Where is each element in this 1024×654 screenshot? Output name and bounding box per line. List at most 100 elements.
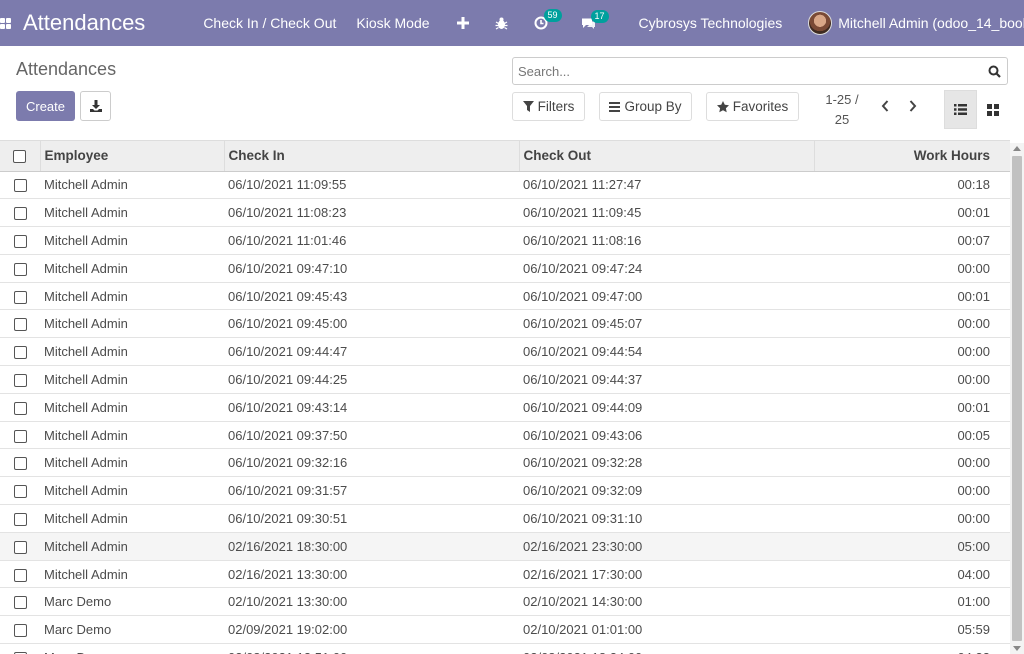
download-button[interactable] <box>80 91 111 121</box>
table-row[interactable]: Mitchell Admin 06/10/2021 09:45:43 06/10/2… <box>0 282 1010 310</box>
row-checkbox[interactable] <box>0 644 40 654</box>
top-navbar: Attendances Check In / Check Out Kiosk M… <box>0 0 1024 46</box>
table-row[interactable]: Mitchell Admin 02/16/2021 13:30:00 02/16/2… <box>0 560 1010 588</box>
cell-check-in: 02/16/2021 18:30:00 <box>228 538 348 554</box>
list-icon <box>609 101 621 112</box>
menu-check-in-check-out[interactable]: Check In / Check Out <box>203 15 336 31</box>
cell-work-hours: 00:01 <box>957 288 990 304</box>
cell-employee: Mitchell Admin <box>44 205 128 221</box>
column-header-work-hours[interactable]: Work Hours <box>814 141 1010 172</box>
row-checkbox[interactable] <box>0 254 40 282</box>
group-by-button[interactable]: Group By <box>599 92 692 121</box>
row-checkbox[interactable] <box>0 338 40 366</box>
row-checkbox[interactable] <box>0 532 40 560</box>
row-checkbox[interactable] <box>0 199 40 227</box>
favorites-button[interactable]: Favorites <box>706 92 799 121</box>
table-row[interactable]: Mitchell Admin 06/10/2021 09:31:57 06/10/2… <box>0 477 1010 505</box>
pager-value[interactable]: 1-25 / 25 <box>818 90 866 130</box>
chevron-left-icon[interactable] <box>878 98 892 114</box>
company-switcher[interactable]: Cybrosys Technologies <box>639 15 783 31</box>
table-row[interactable]: Marc Demo02/08/2021 13:51:0002/08/2021 1… <box>0 644 1010 654</box>
favorites-label: Favorites <box>732 99 789 114</box>
table-row[interactable]: Mitchell Admin 06/10/2021 11:08:23 06/10/2… <box>0 199 1010 227</box>
app-title[interactable]: Attendances <box>23 10 145 36</box>
filter-icon <box>522 101 534 112</box>
table-row[interactable]: Mitchell Admin 06/10/2021 11:09:55 06/10/2… <box>0 171 1010 199</box>
kanban-view-icon[interactable] <box>976 90 1009 129</box>
row-checkbox[interactable] <box>0 616 40 644</box>
cell-work-hours: 00:00 <box>957 260 990 276</box>
cell-check-in: 02/16/2021 13:30:00 <box>228 566 348 582</box>
cell-work-hours: 00:07 <box>957 232 990 248</box>
chat-icon[interactable]: 17 <box>581 9 609 30</box>
list-view-icon[interactable] <box>944 90 977 129</box>
cell-check-out: 06/10/2021 09:31:10 <box>523 510 643 526</box>
filters-button[interactable]: Filters <box>512 92 585 121</box>
row-checkbox[interactable] <box>0 282 40 310</box>
cell-work-hours: 05:00 <box>957 538 990 554</box>
row-checkbox[interactable] <box>0 393 40 421</box>
cell-check-out: 02/10/2021 14:30:00 <box>523 594 643 610</box>
apps-grid-icon[interactable] <box>0 0 11 46</box>
scroll-thumb[interactable] <box>1012 156 1022 641</box>
cell-check-in: 06/10/2021 11:08:23 <box>228 205 347 221</box>
scroll-down-arrow-icon[interactable] <box>1013 646 1021 651</box>
download-icon <box>89 100 102 112</box>
activity-count-badge: 59 <box>543 9 562 22</box>
chevron-right-icon[interactable] <box>906 98 920 114</box>
plus-icon[interactable] <box>456 17 469 29</box>
cell-work-hours: 00:01 <box>957 205 990 221</box>
table-row[interactable]: Marc Demo 02/10/2021 13:30:00 02/10/2021 1… <box>0 588 1010 616</box>
cell-check-in: 06/10/2021 09:45:00 <box>228 316 348 332</box>
select-all-checkbox[interactable] <box>0 141 41 172</box>
scroll-up-arrow-icon[interactable] <box>1013 146 1021 151</box>
cell-employee: Mitchell Admin <box>44 344 128 360</box>
column-header-employee[interactable]: Employee <box>40 141 225 172</box>
cell-check-in: 06/10/2021 09:47:10 <box>228 260 348 276</box>
create-button[interactable]: Create <box>16 91 75 121</box>
cell-check-out: 06/10/2021 09:32:28 <box>523 455 643 471</box>
cell-employee: Mitchell Admin <box>44 427 128 443</box>
row-checkbox[interactable] <box>0 366 40 394</box>
row-checkbox[interactable] <box>0 477 40 505</box>
table-row[interactable]: Mitchell Admin 06/10/2021 11:01:46 06/10/2… <box>0 227 1010 255</box>
scrollbar[interactable] <box>1010 143 1024 654</box>
table-row[interactable]: Mitchell Admin 06/10/2021 09:30:51 06/10/2… <box>0 505 1010 533</box>
table-row[interactable]: Mitchell Admin 06/10/2021 09:47:10 06/10/2… <box>0 254 1010 283</box>
cell-check-out: 02/08/2021 18:24:00 <box>519 644 814 654</box>
column-header-check-out[interactable]: Check Out <box>519 141 815 172</box>
table-row[interactable]: Mitchell Admin 06/10/2021 09:45:00 06/10/2… <box>0 310 1010 338</box>
row-checkbox[interactable] <box>0 449 40 477</box>
table-row[interactable]: Marc Demo 02/09/2021 19:02:00 02/10/2021 0… <box>0 616 1010 644</box>
table-row[interactable]: Mitchell Admin 06/10/2021 09:43:14 06/10/2… <box>0 393 1010 422</box>
search-icon[interactable] <box>981 65 1007 78</box>
row-checkbox[interactable] <box>0 421 40 449</box>
table-header: Employee Check In Check Out Work Hours <box>0 141 1010 172</box>
cell-work-hours: 00:00 <box>957 344 990 360</box>
bug-icon[interactable] <box>495 17 508 30</box>
cell-check-in: 02/08/2021 13:51:00 <box>224 644 519 654</box>
pager-range: 1-25 / <box>825 92 859 107</box>
clock-icon[interactable]: 59 <box>534 9 562 30</box>
row-checkbox[interactable] <box>0 227 40 255</box>
row-checkbox[interactable] <box>0 588 40 616</box>
row-checkbox[interactable] <box>0 310 40 338</box>
table-row[interactable]: Mitchell Admin 06/10/2021 09:32:16 06/10/2… <box>0 449 1010 477</box>
cell-employee: Mitchell Admin <box>44 177 128 193</box>
row-checkbox[interactable] <box>0 505 40 533</box>
search-bar[interactable] <box>512 57 1008 85</box>
table-row[interactable]: Mitchell Admin 06/10/2021 09:37:50 06/10/2… <box>0 421 1010 449</box>
cell-work-hours: 00:01 <box>957 399 990 415</box>
table-row[interactable]: Mitchell Admin 06/10/2021 09:44:25 06/10/2… <box>0 366 1010 394</box>
cell-check-out: 02/10/2021 01:01:00 <box>523 622 643 638</box>
table-row[interactable]: Mitchell Admin 06/10/2021 09:44:47 06/10/2… <box>0 338 1010 366</box>
search-input[interactable] <box>513 63 981 79</box>
row-checkbox[interactable] <box>0 560 40 588</box>
menu-kiosk-mode[interactable]: Kiosk Mode <box>356 15 429 31</box>
cell-employee: Mitchell Admin <box>44 232 128 248</box>
row-checkbox[interactable] <box>0 171 40 199</box>
user-menu[interactable]: Mitchell Admin (odoo_14_book) <box>808 11 1024 35</box>
column-header-check-in[interactable]: Check In <box>224 141 520 172</box>
cell-check-out: 06/10/2021 09:32:09 <box>523 483 643 499</box>
table-row[interactable]: Mitchell Admin 02/16/2021 18:30:00 02/16/2… <box>0 532 1010 561</box>
